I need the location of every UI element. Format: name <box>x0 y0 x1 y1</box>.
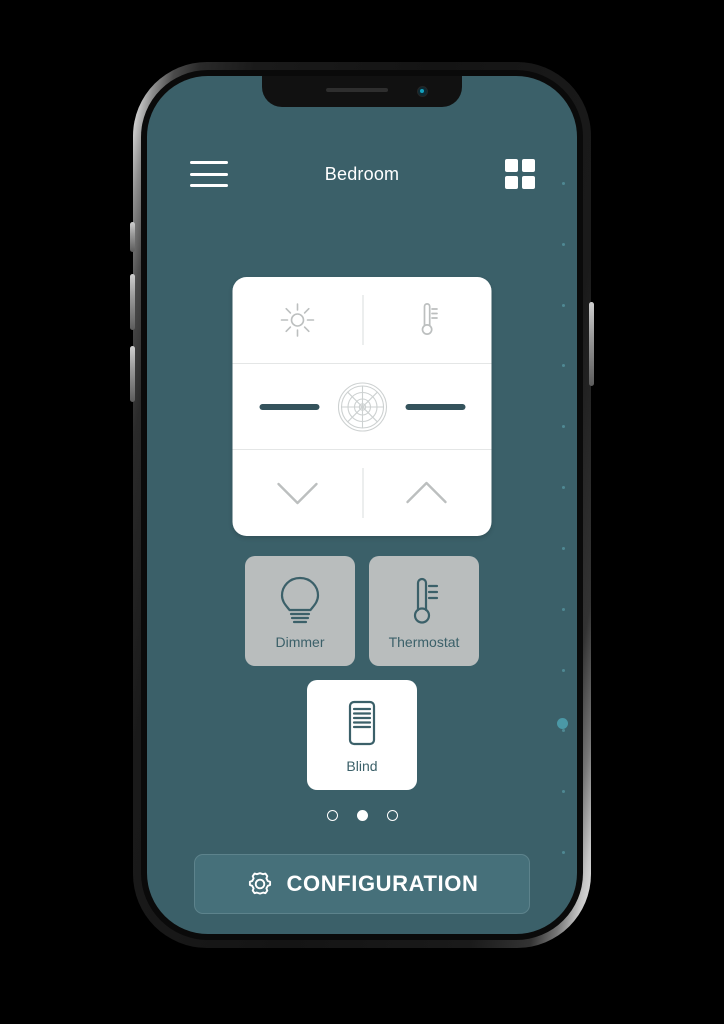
control-divider <box>362 468 363 519</box>
device-tile-label: Thermostat <box>388 634 460 650</box>
scroll-tick <box>561 546 565 550</box>
scroll-tick <box>561 182 565 185</box>
device-tiles-row-2: Blind <box>307 680 417 790</box>
device-tile-label: Blind <box>346 758 378 774</box>
scroll-tick <box>561 607 565 611</box>
app-screen: Bedroom Dimmer Thermostat Blind CONFIGUR… <box>147 76 577 934</box>
scrollbar-thumb[interactable] <box>557 718 568 729</box>
blind-down-control[interactable] <box>233 450 363 536</box>
grid-view-icon[interactable] <box>505 159 535 189</box>
chevron-up-icon <box>406 481 447 504</box>
thermometer-icon <box>413 577 439 624</box>
grid-cell <box>505 159 518 172</box>
scroll-tick <box>561 668 565 672</box>
blind-up-control[interactable] <box>362 450 492 536</box>
earpiece-speaker-icon <box>326 88 389 92</box>
brightness-sun-icon <box>280 303 315 337</box>
tile-icon-wrapper <box>277 572 323 630</box>
phone-notch <box>262 76 462 107</box>
device-tile-label: Dimmer <box>275 634 325 650</box>
brightness-control[interactable] <box>233 277 363 363</box>
device-tile-thermostat[interactable]: Thermostat <box>369 556 479 666</box>
scroll-tick <box>561 303 565 307</box>
front-camera-icon <box>417 86 428 97</box>
chevron-down-icon <box>277 482 318 505</box>
scrollbar-track[interactable] <box>557 182 568 854</box>
scroll-tick <box>561 364 565 368</box>
app-content: Dimmer Thermostat Blind CONFIGURATION <box>147 206 577 934</box>
slider-bar-right[interactable] <box>405 403 465 410</box>
tile-icon-wrapper <box>404 572 444 630</box>
volume-down-button[interactable] <box>130 346 135 402</box>
scroll-tick <box>561 790 565 794</box>
temperature-control[interactable] <box>362 277 492 363</box>
scroll-tick <box>561 486 565 490</box>
page-dot-2[interactable] <box>356 810 368 821</box>
scroll-tick <box>561 850 565 854</box>
scroll-tick <box>561 242 565 246</box>
light-bulb-icon <box>280 576 320 624</box>
mute-switch-button[interactable] <box>130 222 135 252</box>
app-header: Bedroom <box>147 152 577 196</box>
phone-screen-area: Bedroom Dimmer Thermostat Blind CONFIGUR… <box>147 76 577 934</box>
slider-bar-left[interactable] <box>259 403 319 410</box>
motion-sensor-icon[interactable] <box>336 381 388 433</box>
phone-device-frame: Bedroom Dimmer Thermostat Blind CONFIGUR… <box>130 62 594 948</box>
tile-icon-wrapper <box>342 696 382 754</box>
control-row-blind <box>232 449 492 536</box>
control-divider <box>362 295 363 345</box>
grid-cell <box>522 159 535 172</box>
page-dot-3[interactable] <box>386 810 398 821</box>
power-button[interactable] <box>589 302 594 386</box>
gear-icon <box>248 872 271 895</box>
scroll-tick <box>561 425 565 429</box>
device-tile-dimmer[interactable]: Dimmer <box>245 556 355 666</box>
device-tile-blind[interactable]: Blind <box>307 680 417 790</box>
thermometer-icon <box>421 302 439 335</box>
screenshot-root: Bedroom Dimmer Thermostat Blind CONFIGUR… <box>0 0 724 1024</box>
control-row-climate <box>233 277 492 363</box>
configuration-button-label: CONFIGURATION <box>286 871 479 896</box>
device-tiles-row-1: Dimmer Thermostat <box>245 556 479 666</box>
window-blind-icon <box>348 700 376 746</box>
pagination-dots <box>147 810 577 821</box>
page-dot-1[interactable] <box>326 810 338 821</box>
phone-bezel: Bedroom Dimmer Thermostat Blind CONFIGUR… <box>141 70 583 940</box>
scroll-tick <box>561 729 565 733</box>
grid-cell <box>505 176 518 189</box>
control-panel-card <box>232 277 492 536</box>
configuration-button[interactable]: CONFIGURATION <box>194 854 530 914</box>
control-row-motion <box>232 362 492 450</box>
grid-cell <box>522 176 535 189</box>
volume-up-button[interactable] <box>130 274 135 330</box>
